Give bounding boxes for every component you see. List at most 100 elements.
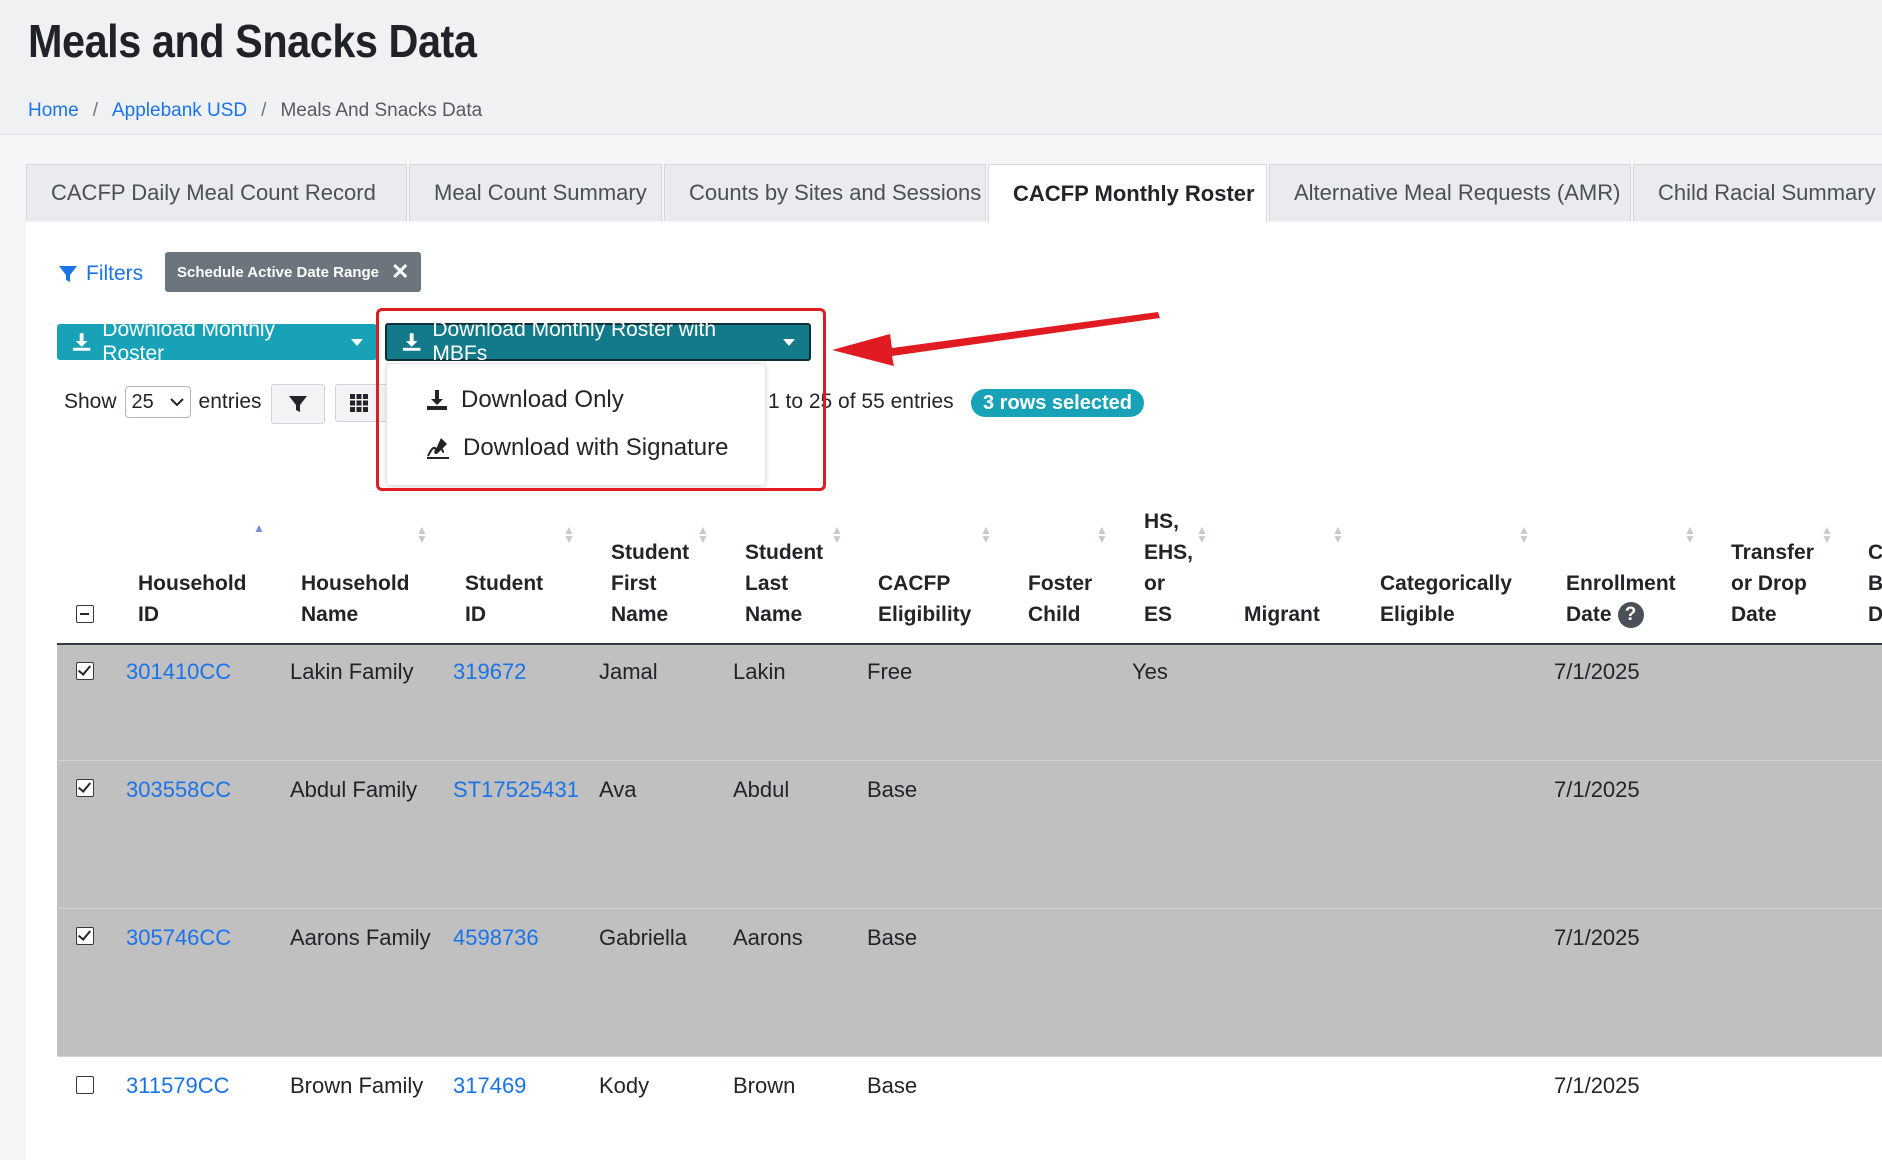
sort-icon: ▲ ▼ [416,523,428,546]
breadcrumb-home-link[interactable]: Home [28,100,79,122]
tab-child-racial-summary[interactable]: Child Racial Summary [1633,164,1882,221]
sort-icon: ▲ ▼ [831,523,843,546]
hs-cell: Yes [1132,659,1168,684]
chevron-down-icon [351,338,363,346]
breadcrumb: Home / Applebank USD / Meals And Snacks … [28,100,482,122]
breadcrumb-district-link[interactable]: Applebank USD [112,100,247,122]
column-header-household-name[interactable]: Household Name [301,568,410,630]
sort-icon: ▲ ▼ [1684,523,1696,546]
tab-meal-count-summary[interactable]: Meal Count Summary [409,164,662,221]
column-header-cacfp-eligibility[interactable]: CACFP Eligibility [878,568,971,630]
column-header-transfer-drop-date[interactable]: Transfer or Drop Date [1731,537,1814,630]
student-id-link[interactable]: 4598736 [453,925,539,951]
tab-daily-meal-count[interactable]: CACFP Daily Meal Count Record [26,164,407,221]
first-name-cell: Ava [599,777,637,802]
sort-icon: ▲ ▼ [1096,523,1108,546]
household-id-link[interactable]: 303558CC [126,777,231,803]
annotation-arrow-icon [832,312,1160,366]
filter-chip: Schedule Active Date Range ✕ [165,252,422,292]
eligibility-cell: Base [867,925,918,950]
filters-label: Filters [86,262,144,285]
row-checkbox[interactable] [76,662,94,680]
select-all-checkbox[interactable] [76,605,94,623]
row-checkbox[interactable] [76,927,94,945]
column-header-partial[interactable]: CBD [1868,537,1882,630]
eligibility-cell: Base [867,777,918,802]
household-name-cell: Brown Family [290,1073,424,1098]
filter-icon [289,396,307,412]
tab-alternative-meal-requests[interactable]: Alternative Meal Requests (AMR) [1269,164,1631,221]
show-label: Show [64,390,117,413]
help-icon[interactable]: ? [1617,601,1644,628]
entries-label: entries [198,390,262,413]
table-row[interactable]: 301410CC Lakin Family 319672 Jamal Lakin… [57,645,1882,760]
annotation-highlight-box [376,308,826,491]
household-id-link[interactable]: 301410CC [126,659,231,685]
download-monthly-roster-label: Download Monthly Roster [102,318,276,365]
length-control: Show 25 entries [64,386,262,418]
column-header-student-id[interactable]: Student ID [465,568,543,630]
first-name-cell: Gabriella [599,925,688,950]
sort-icon: ▲ ▼ [1821,523,1833,546]
sort-icon: ▲ ▼ [1518,523,1530,546]
column-header-household-id[interactable]: Household ID [138,568,247,630]
column-header-categorically-eligible[interactable]: Categorically Eligible [1380,568,1512,630]
column-filter-button[interactable] [271,384,325,424]
student-id-link[interactable]: 319672 [453,659,526,685]
table-row[interactable]: 311579CC Brown Family 317469 Kody Brown … [57,1056,1882,1161]
student-id-link[interactable]: ST17525431 [453,777,579,803]
column-header-foster-child[interactable]: Foster Child [1028,568,1092,630]
last-name-cell: Aarons [733,925,803,950]
household-name-cell: Aarons Family [290,925,431,950]
enrollment-date-cell: 7/1/2025 [1554,659,1640,684]
enrollment-date-cell: 7/1/2025 [1554,925,1640,950]
close-icon[interactable]: ✕ [391,261,409,283]
household-id-link[interactable]: 305746CC [126,925,231,951]
download-icon [72,333,91,351]
tab-bar: CACFP Daily Meal Count Record Meal Count… [26,164,1882,223]
breadcrumb-separator: / [261,100,267,121]
column-header-hs-ehs-es[interactable]: HS, EHS, or ES [1144,506,1193,630]
last-name-cell: Brown [733,1073,796,1098]
table-row[interactable]: 305746CC Aarons Family 4598736 Gabriella… [57,908,1882,1057]
table-row[interactable]: 303558CC Abdul Family ST17525431 Ava Abd… [57,760,1882,909]
column-header-student-first-name[interactable]: Student First Name [611,537,689,630]
page-header: Meals and Snacks Data Home / Applebank U… [0,0,1882,135]
sort-icon: ▲ ▼ [697,523,709,546]
last-name-cell: Lakin [733,659,786,684]
eligibility-cell: Free [867,659,913,684]
column-header-student-last-name[interactable]: Student Last Name [745,537,823,630]
sort-icon: ▲ ▼ [563,523,575,546]
household-name-cell: Lakin Family [290,659,414,684]
household-id-link[interactable]: 311579CC [126,1073,230,1099]
first-name-cell: Jamal [599,659,658,684]
sort-icon: ▲ ▼ [1332,523,1344,546]
household-name-cell: Abdul Family [290,777,418,802]
tab-counts-by-sites[interactable]: Counts by Sites and Sessions [664,164,986,221]
tab-cacfp-monthly-roster[interactable]: CACFP Monthly Roster [988,164,1267,223]
column-header-enrollment-date[interactable]: Enrollment Date? [1566,568,1676,630]
last-name-cell: Abdul [733,777,790,802]
page-length-value: 25 [131,390,154,413]
sort-icon: ▲ ▼ [1196,523,1208,546]
rows-selected-badge: 3 rows selected [971,389,1144,417]
first-name-cell: Kody [599,1073,650,1098]
column-header-migrant[interactable]: Migrant [1244,599,1320,630]
enrollment-date-cell: 7/1/2025 [1554,777,1640,802]
page-length-select[interactable]: 25 [124,386,191,418]
filters-toggle[interactable]: Filters [58,262,143,286]
page-title: Meals and Snacks Data [28,15,477,67]
row-checkbox[interactable] [76,1076,94,1094]
filter-icon [59,266,77,282]
student-id-link[interactable]: 317469 [453,1073,526,1099]
download-monthly-roster-button[interactable]: Download Monthly Roster [57,318,377,365]
eligibility-cell: Base [867,1073,918,1098]
breadcrumb-current: Meals And Snacks Data [280,100,483,121]
row-checkbox[interactable] [76,779,94,797]
sort-asc-icon: ▲ [253,521,265,535]
chevron-down-icon [169,398,184,407]
breadcrumb-separator: / [92,100,98,121]
grid-icon [350,394,368,412]
sort-icon: ▲ ▼ [980,523,992,546]
filter-chip-label: Schedule Active Date Range [177,263,380,281]
